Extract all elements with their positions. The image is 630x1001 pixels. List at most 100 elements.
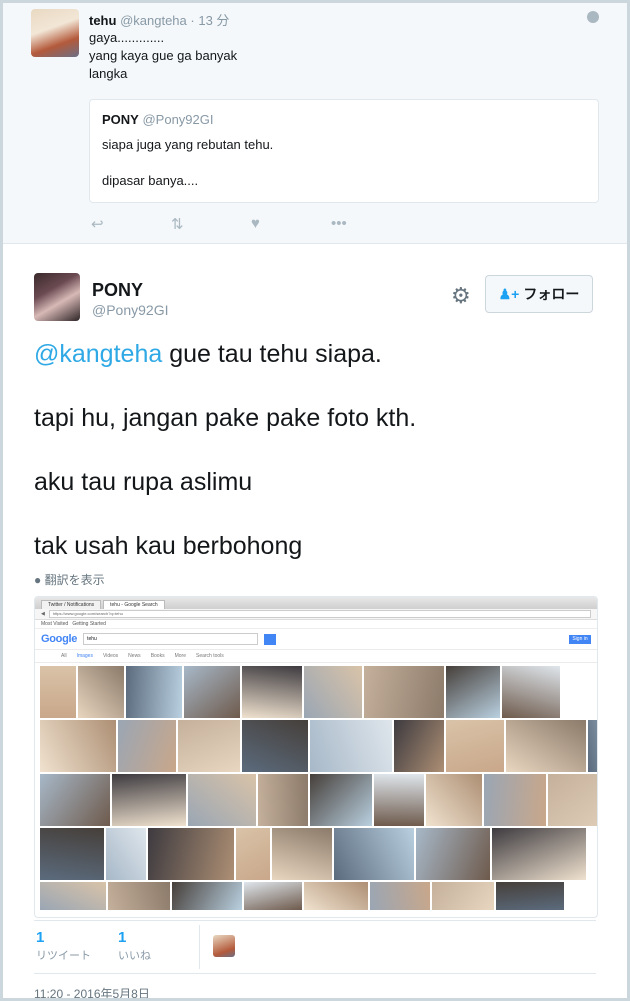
google-tab: More bbox=[174, 653, 186, 659]
like-stat[interactable]: 1 いいね bbox=[118, 929, 151, 964]
reply-header: tehu @kangteha · 13 分 bbox=[89, 10, 229, 29]
retweet-icon[interactable]: ⇅ bbox=[171, 215, 251, 233]
image-thumbnail bbox=[39, 827, 105, 881]
browser-tab-active: tehu - Google Search bbox=[103, 600, 165, 609]
divider bbox=[199, 925, 200, 969]
reply-avatar[interactable] bbox=[31, 9, 79, 57]
tweet-line-3: aku tau rupa aslimu bbox=[34, 468, 253, 496]
google-tab: Images bbox=[76, 653, 93, 659]
reply-tweet[interactable]: tehu @kangteha · 13 分 gaya............. … bbox=[3, 3, 627, 244]
follow-label: フォロー bbox=[523, 286, 580, 302]
image-thumbnail bbox=[373, 773, 425, 827]
image-thumbnail bbox=[107, 881, 171, 911]
browser-toolbar: ◀ https://www.google.com/search?q=tehu bbox=[35, 609, 597, 620]
url-bar: https://www.google.com/search?q=tehu bbox=[48, 610, 591, 618]
back-icon: ◀ bbox=[41, 611, 45, 617]
author-name[interactable]: PONY bbox=[92, 280, 143, 301]
image-thumbnail bbox=[257, 773, 309, 827]
reply-time[interactable]: · 13 分 bbox=[190, 13, 229, 28]
image-results-grid bbox=[39, 665, 597, 911]
image-thumbnail bbox=[235, 827, 271, 881]
like-icon[interactable]: ♥ bbox=[251, 215, 331, 233]
gear-icon[interactable]: ⚙ bbox=[451, 283, 471, 309]
image-thumbnail bbox=[309, 719, 393, 773]
retweet-count: 1 bbox=[36, 929, 45, 946]
google-tab: Search tools bbox=[196, 653, 224, 659]
image-thumbnail bbox=[393, 719, 445, 773]
image-thumbnail bbox=[425, 773, 483, 827]
quote-text: siapa juga yang rebutan tehu. dipasar ba… bbox=[102, 137, 274, 188]
like-label: いいね bbox=[118, 950, 151, 962]
liker-avatar[interactable] bbox=[213, 935, 235, 957]
tweet-timestamp[interactable]: 11:20 - 2016年5月8日 bbox=[34, 985, 150, 998]
image-thumbnail bbox=[105, 827, 147, 881]
image-thumbnail bbox=[445, 719, 505, 773]
reply-handle[interactable]: @kangteha bbox=[120, 13, 187, 28]
reply-name[interactable]: tehu bbox=[89, 13, 116, 28]
image-thumbnail bbox=[177, 719, 241, 773]
author-handle[interactable]: @Pony92GI bbox=[92, 302, 168, 318]
bookmarks-bar: Most Visited Getting Started bbox=[35, 620, 597, 629]
bookmark: Most Visited bbox=[41, 621, 69, 627]
reply-actions: ↩ ⇅ ♥ ••• bbox=[91, 215, 411, 233]
image-thumbnail bbox=[309, 773, 373, 827]
image-thumbnail bbox=[117, 719, 177, 773]
quoted-tweet[interactable]: PONY @Pony92GI siapa juga yang rebutan t… bbox=[89, 99, 599, 203]
image-thumbnail bbox=[243, 881, 303, 911]
image-thumbnail bbox=[39, 881, 107, 911]
image-thumbnail bbox=[369, 881, 431, 911]
author-avatar[interactable] bbox=[34, 273, 80, 321]
image-thumbnail bbox=[241, 719, 309, 773]
image-thumbnail bbox=[505, 719, 587, 773]
image-thumbnail bbox=[183, 665, 241, 719]
image-thumbnail bbox=[77, 665, 125, 719]
globe-icon bbox=[587, 11, 599, 23]
globe-icon: ● bbox=[34, 573, 42, 587]
image-thumbnail bbox=[125, 665, 183, 719]
image-thumbnail bbox=[363, 665, 445, 719]
image-thumbnail bbox=[271, 827, 333, 881]
image-thumbnail bbox=[483, 773, 547, 827]
image-thumbnail bbox=[333, 827, 415, 881]
image-thumbnail bbox=[501, 665, 561, 719]
tweet-stats: 1 リツイート 1 いいね bbox=[34, 920, 596, 974]
image-thumbnail bbox=[187, 773, 257, 827]
image-thumbnail bbox=[39, 719, 117, 773]
reply-icon[interactable]: ↩ bbox=[91, 215, 171, 233]
google-header: Google tehu Sign in bbox=[35, 629, 597, 650]
image-thumbnail bbox=[431, 881, 495, 911]
add-user-icon: ♟+ bbox=[498, 285, 520, 302]
more-icon[interactable]: ••• bbox=[331, 215, 411, 233]
translate-link[interactable]: ● 翻訳を表示 bbox=[34, 571, 105, 588]
follow-button[interactable]: ♟+ フォロー bbox=[485, 275, 593, 313]
quote-name: PONY bbox=[102, 112, 139, 127]
browser-tabs: Twitter / Notifications tehu - Google Se… bbox=[35, 597, 597, 609]
reply-text: gaya............. yang kaya gue ga banya… bbox=[89, 30, 238, 81]
attached-image[interactable]: Twitter / Notifications tehu - Google Se… bbox=[34, 596, 598, 918]
image-thumbnail bbox=[587, 719, 597, 773]
google-tab: News bbox=[128, 653, 141, 659]
quote-handle: @Pony92GI bbox=[142, 112, 214, 127]
image-thumbnail bbox=[111, 773, 187, 827]
image-thumbnail bbox=[147, 827, 235, 881]
retweet-stat[interactable]: 1 リツイート bbox=[36, 929, 91, 964]
retweet-label: リツイート bbox=[36, 950, 91, 962]
image-thumbnail bbox=[39, 665, 77, 719]
image-thumbnail bbox=[303, 665, 363, 719]
tweet-frame: tehu @kangteha · 13 分 gaya............. … bbox=[3, 3, 627, 998]
google-tab: Books bbox=[150, 653, 165, 659]
google-logo: Google bbox=[41, 633, 78, 645]
image-thumbnail bbox=[241, 665, 303, 719]
image-thumbnail bbox=[171, 881, 243, 911]
main-tweet: PONY @Pony92GI ⚙ ♟+ フォロー @kangteha gue t… bbox=[3, 244, 627, 998]
tweet-line-1: gue tau tehu siapa. bbox=[162, 340, 382, 368]
like-count: 1 bbox=[118, 929, 127, 946]
image-thumbnail bbox=[415, 827, 491, 881]
mention-link[interactable]: @kangteha bbox=[34, 340, 162, 368]
google-tab: All bbox=[61, 653, 67, 659]
search-icon bbox=[264, 633, 277, 645]
sign-in-button: Sign in bbox=[569, 634, 591, 644]
bookmark: Getting Started bbox=[72, 621, 106, 627]
browser-tab: Twitter / Notifications bbox=[41, 600, 102, 609]
tweet-line-4: tak usah kau berbohong bbox=[34, 532, 303, 560]
